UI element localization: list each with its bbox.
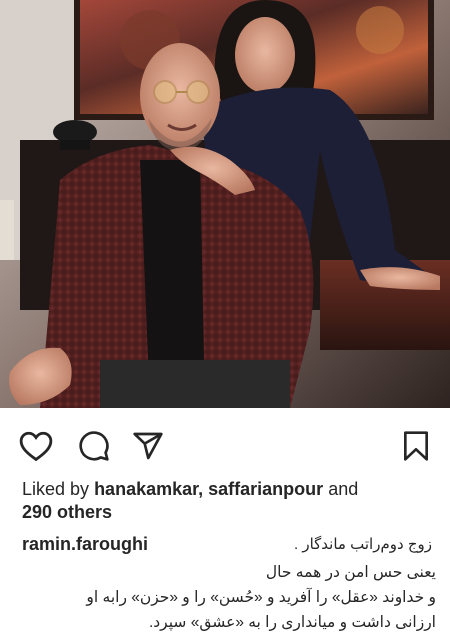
post-photo[interactable]	[0, 0, 450, 408]
like-button[interactable]	[16, 426, 56, 466]
caption-body: یعنی حس امن در همه حال و خداوند «عقل» را…	[16, 560, 436, 635]
likes-count[interactable]: 290 others	[22, 502, 112, 522]
caption-line-2: یعنی حس امن در همه حال	[265, 564, 436, 581]
likes-summary: Liked by hanakamkar, saffarianpour and 2…	[22, 478, 432, 524]
share-button[interactable]	[128, 426, 168, 466]
comment-icon	[79, 431, 109, 461]
couple-photo	[0, 0, 450, 408]
caption-line-3: و خداوند «عقل» را آفرید و «حُسن» را و «ح…	[86, 589, 436, 606]
paper-plane-icon	[133, 432, 163, 460]
post-actions-bar	[0, 408, 450, 478]
bookmark-icon	[404, 431, 428, 461]
caption-line-1: زوج دوم‌راتب ماندگار .	[294, 536, 432, 553]
liked-by-and: and	[328, 479, 359, 499]
caption-line-4: ارزانی داشت و میانداری را به «عشق» سپرد.	[148, 614, 436, 631]
save-button[interactable]	[396, 426, 436, 466]
caption-header: ramin.faroughi زوج دوم‌راتب ماندگار .	[22, 530, 432, 558]
post-username[interactable]: ramin.faroughi	[22, 534, 148, 555]
comment-button[interactable]	[74, 426, 114, 466]
liked-by-prefix: Liked by	[22, 479, 90, 499]
liked-by-users[interactable]: hanakamkar, saffarianpour	[94, 479, 323, 499]
heart-icon	[19, 431, 53, 462]
